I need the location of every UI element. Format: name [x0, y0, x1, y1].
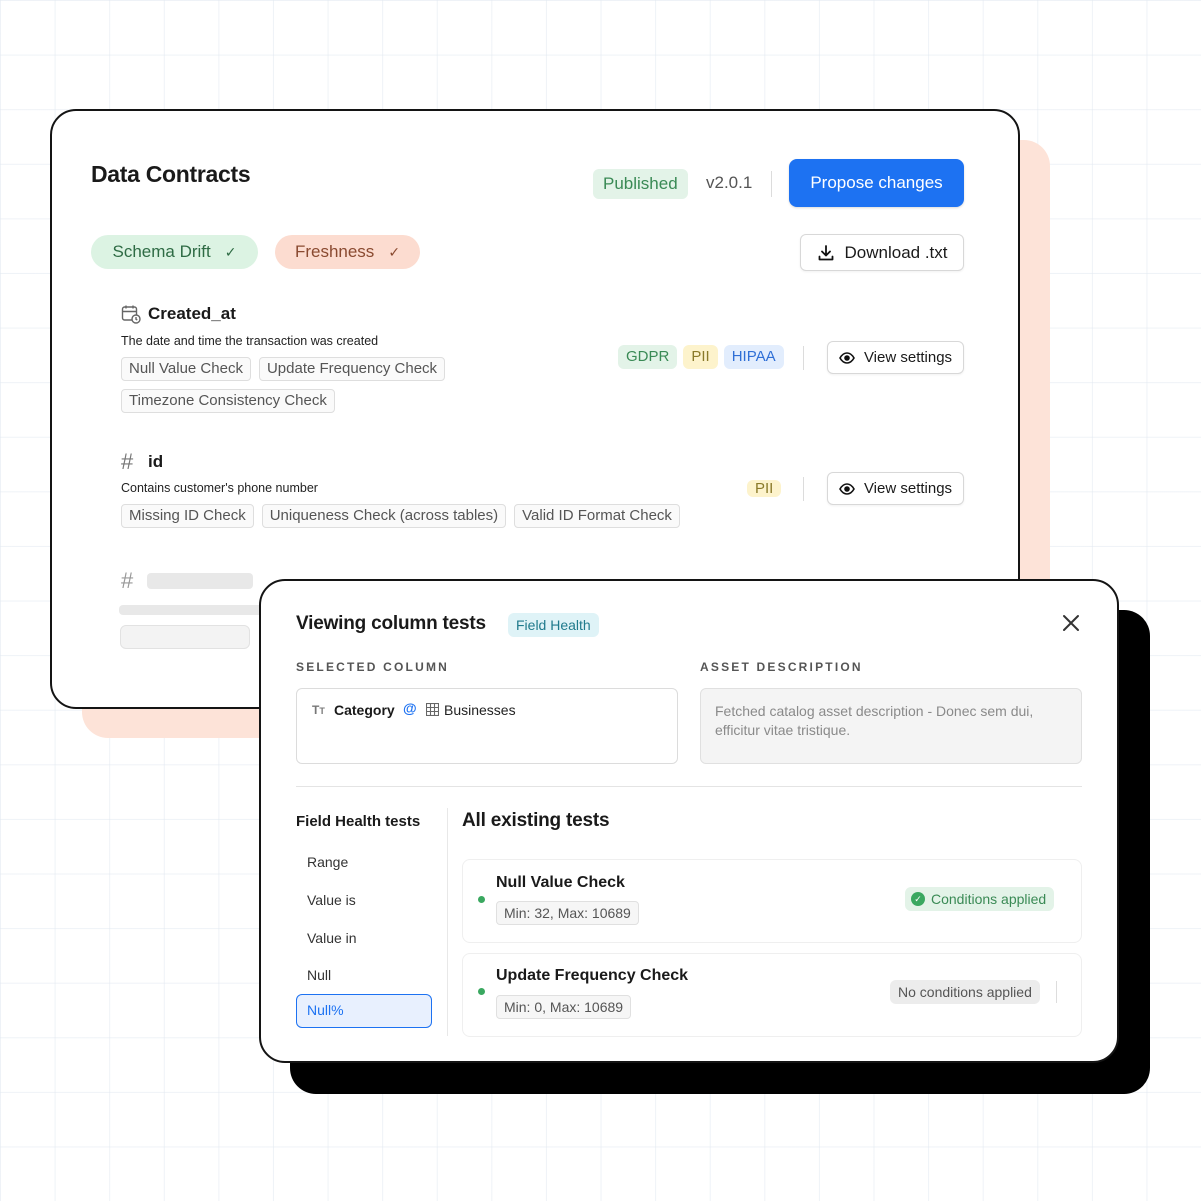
check-circle-icon: ✓ [911, 892, 925, 906]
field-description: The date and time the transaction was cr… [121, 334, 379, 348]
freshness-label: Freshness [294, 242, 375, 261]
status-dot [478, 988, 485, 995]
sidebar-item-range[interactable]: Range [307, 854, 348, 870]
calendar-clock-icon [121, 305, 141, 324]
selected-column-label: SELECTED COLUMN [296, 660, 449, 674]
status-dot [478, 896, 485, 903]
no-conditions-badge: No conditions applied [890, 980, 1040, 1004]
at-icon: @ [403, 700, 417, 716]
test-card[interactable]: Null Value Check Min: 32, Max: 10689 ✓ C… [462, 859, 1082, 943]
schema-drift-label: Schema Drift [112, 242, 211, 261]
eye-icon [839, 351, 855, 364]
sidebar-item-null-percent[interactable]: Null% [296, 994, 432, 1028]
field-created-at-icon-wrap [121, 304, 141, 329]
field-description: Contains customer's phone number [121, 481, 318, 495]
download-button[interactable]: Download .txt [800, 234, 964, 271]
status-badge: Published [593, 169, 688, 199]
selected-column-box[interactable]: TT Category @ Businesses [296, 688, 678, 764]
conditions-label: Conditions applied [931, 891, 1047, 907]
freshness-pill[interactable]: Freshness ✓ [275, 235, 420, 269]
text-type-icon: TT [312, 703, 325, 717]
view-settings-label: View settings [863, 480, 953, 497]
check-chips: Missing ID Check Uniqueness Check (acros… [121, 504, 721, 528]
check-chips: Null Value Check Update Frequency Check … [121, 357, 451, 413]
check-icon: ✓ [224, 243, 237, 260]
view-settings-button[interactable]: View settings [827, 341, 964, 374]
check-chip: Timezone Consistency Check [121, 389, 335, 413]
check-icon: ✓ [388, 243, 401, 260]
field-name: Created_at [148, 304, 236, 323]
test-range: Min: 32, Max: 10689 [496, 901, 639, 925]
check-chip: Missing ID Check [121, 504, 254, 528]
hipaa-tag: HIPAA [723, 345, 784, 369]
table-icon [426, 703, 439, 716]
pii-tag: PII [747, 480, 782, 497]
version-label: v2.0.1 [706, 173, 753, 192]
divider [1056, 981, 1057, 1003]
sidebar-title: Field Health tests [296, 813, 421, 830]
field-health-badge: Field Health [508, 613, 599, 637]
hash-icon: # [121, 449, 134, 474]
check-chip: Valid ID Format Check [514, 504, 680, 528]
schema-drift-pill[interactable]: Schema Drift ✓ [91, 235, 258, 269]
divider [447, 808, 448, 1036]
divider [803, 346, 804, 370]
sidebar-item-null[interactable]: Null [307, 967, 331, 983]
sidebar-item-value-is[interactable]: Value is [307, 892, 356, 908]
compliance-tags: GDPR PII HIPAA [618, 345, 784, 369]
divider [771, 171, 772, 197]
column-name: Category [334, 702, 395, 718]
asset-description-label: ASSET DESCRIPTION [700, 660, 863, 674]
test-range: Min: 0, Max: 10689 [496, 995, 632, 1019]
view-settings-button[interactable]: View settings [827, 472, 964, 505]
check-chip: Uniqueness Check (across tables) [261, 504, 507, 528]
column-tests-modal: Viewing column tests Field Health SELECT… [259, 579, 1119, 1063]
compliance-tags: PII [747, 477, 782, 501]
modal-title: Viewing column tests [296, 613, 486, 634]
download-label: Download .txt [844, 242, 948, 262]
eye-icon [839, 482, 855, 495]
field-name: id [148, 452, 164, 471]
skeleton-description [119, 605, 264, 615]
check-chip: Null Value Check [121, 357, 251, 381]
test-name: Update Frequency Check [496, 967, 689, 984]
skeleton-chip [120, 625, 250, 649]
page-title: Data Contracts [91, 161, 251, 187]
divider [803, 477, 804, 501]
tests-title: All existing tests [462, 810, 610, 831]
hash-icon: # [121, 568, 134, 593]
download-icon [818, 244, 833, 260]
propose-changes-button[interactable]: Propose changes [789, 159, 964, 207]
conditions-applied-badge: ✓ Conditions applied [905, 887, 1055, 911]
sidebar-item-value-in[interactable]: Value in [307, 930, 357, 946]
skeleton-name [147, 573, 253, 589]
test-card[interactable]: Update Frequency Check Min: 0, Max: 1068… [462, 953, 1082, 1037]
column-table: Businesses [444, 702, 516, 718]
divider [296, 786, 1082, 787]
check-chip: Update Frequency Check [258, 357, 446, 381]
asset-description-box: Fetched catalog asset description - Done… [700, 688, 1082, 764]
test-name: Null Value Check [496, 874, 625, 891]
close-button[interactable] [1059, 611, 1083, 635]
view-settings-label: View settings [863, 349, 953, 366]
close-icon [1063, 615, 1079, 631]
gdpr-tag: GDPR [618, 345, 678, 369]
pii-tag: PII [683, 345, 718, 369]
